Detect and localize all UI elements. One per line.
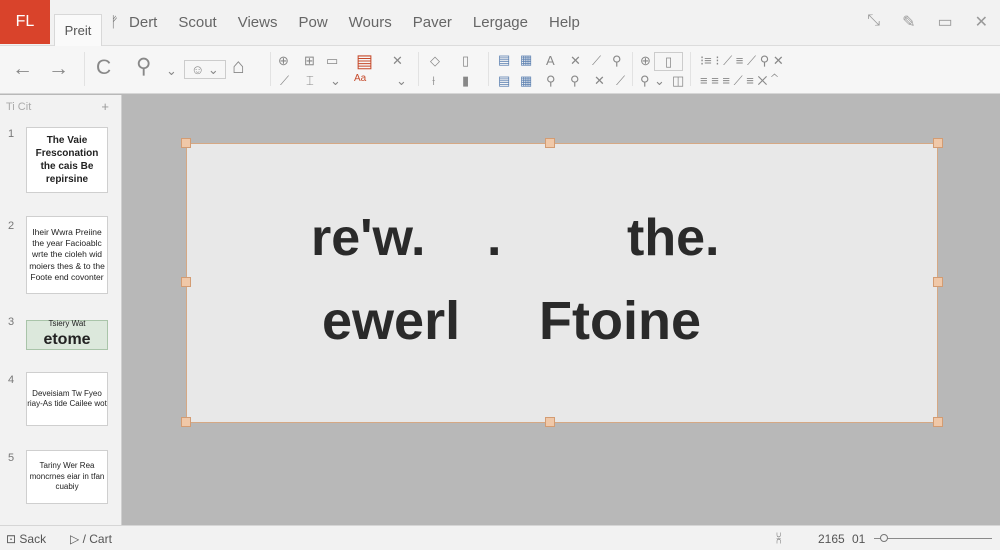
slide-thumbnail[interactable]: The Vaie Fresconation the cais Be repirs… (26, 127, 108, 193)
divider (488, 52, 489, 86)
format-icon[interactable]: ▭ (326, 54, 338, 67)
format-icon[interactable]: ✕ (570, 54, 581, 67)
undo-icon[interactable]: ← (12, 58, 33, 79)
format-icon[interactable]: ⌶ (306, 74, 314, 87)
slide-thumbnail[interactable]: Iheir Wwra Preiine the year Facioablc wr… (26, 216, 108, 294)
slide-number: 1 (8, 128, 15, 140)
format-icon[interactable]: ▯ (462, 54, 469, 67)
slide-number: 4 (8, 374, 15, 386)
format-icon[interactable]: ⟋ (280, 74, 289, 87)
format-icon[interactable]: ⟊ (432, 74, 435, 87)
dropdown-icon[interactable]: ⌄ (396, 74, 407, 87)
slide-text: re'w. (311, 209, 426, 267)
slide-canvas[interactable]: re'w. . the. ewerl Ftoine (186, 143, 938, 423)
format-icon[interactable]: ⊕ (278, 54, 289, 67)
panel-header: Ti Cit (6, 101, 32, 113)
home-icon[interactable]: ⌂ (232, 56, 245, 77)
style-dropdown[interactable]: ☺ ⌄ (184, 60, 226, 79)
format-icon[interactable]: ⊞ (304, 54, 315, 67)
resize-handle[interactable] (181, 417, 191, 427)
menu-item[interactable]: Wours (349, 14, 392, 31)
slide-thumbnail[interactable]: Tariny Wer Rea moncrnes eiar in tfan cua… (26, 450, 108, 504)
slide-thumbnail[interactable]: Tsiery Wat etome (26, 319, 108, 350)
format-icon[interactable]: ⌄ (654, 74, 665, 87)
tab-active[interactable]: Preit (54, 14, 102, 46)
zoom-slider[interactable] (874, 534, 992, 542)
slide-number: 2 (8, 220, 15, 232)
format-icon[interactable]: ✕ (594, 74, 605, 87)
divider (690, 52, 691, 86)
format-icon[interactable]: ⊕ (640, 54, 651, 67)
resize-handle[interactable] (545, 138, 555, 148)
divider (270, 52, 271, 86)
slide-text: the. (627, 209, 720, 267)
redo-icon[interactable]: → (48, 58, 69, 79)
font-color-icon[interactable]: Aa (354, 74, 366, 84)
format-icon[interactable]: A (546, 54, 555, 67)
align-icon[interactable]: ▤ (498, 74, 510, 87)
display-icon[interactable]: ▭ (937, 12, 952, 32)
divider (84, 52, 85, 86)
notes-icon[interactable]: ⩈ (776, 531, 781, 546)
divider (632, 52, 633, 86)
format-icon[interactable]: ⟋ (592, 54, 601, 67)
status-bar: ⊡ Sack ▷ / Cart ⩈ 2165 01 (0, 525, 1000, 550)
format-icon[interactable]: ◇ (430, 54, 440, 67)
menu-item[interactable]: Help (549, 14, 580, 31)
format-icon[interactable]: ⚲ (570, 74, 580, 87)
menu-bar: ᚠ Dert Scout Views Pow Wours Paver Lerga… (110, 14, 601, 31)
status-cart[interactable]: ▷ / Cart (70, 532, 112, 546)
slide-text: Ftoine (539, 291, 701, 351)
menu-item[interactable]: Views (238, 14, 278, 31)
format-icon[interactable]: ⚲ (546, 74, 556, 87)
paste-icon[interactable]: ▤ (356, 52, 373, 70)
menu-item[interactable]: Scout (178, 14, 216, 31)
divider (418, 52, 419, 86)
format-icon[interactable]: ⚲ (640, 74, 650, 87)
resize-handle[interactable] (181, 138, 191, 148)
page-indicator: 2165 (818, 532, 845, 546)
resize-icon[interactable]: ⤡ (867, 12, 880, 32)
close-icon[interactable]: ✕ (975, 12, 988, 32)
resize-handle[interactable] (545, 417, 555, 427)
menu-item[interactable]: Paver (413, 14, 452, 31)
dropdown-icon[interactable]: ⌄ (166, 64, 177, 77)
menu-item[interactable]: Pow (298, 14, 327, 31)
app-button[interactable]: FL (0, 0, 50, 44)
person-icon[interactable]: ⚲ (136, 56, 151, 77)
slide-text: . (487, 209, 502, 267)
menu-item[interactable]: Lergage (473, 14, 528, 31)
dropdown-icon[interactable]: ⌄ (330, 74, 341, 87)
pen-icon[interactable]: ✎ (902, 12, 915, 32)
tab-bar: FL Preit ᚠ Dert Scout Views Pow Wours Pa… (0, 0, 1000, 46)
slide-thumbnail[interactable]: Deveisiam Tw Fyeo riay-As tide Cailee wo… (26, 372, 108, 426)
slide-number: 3 (8, 316, 15, 328)
layout-icon[interactable]: ▦ (520, 74, 532, 87)
resize-handle[interactable] (181, 277, 191, 287)
add-slide-button[interactable]: + (101, 99, 109, 114)
resize-handle[interactable] (933, 277, 943, 287)
cut-icon[interactable]: ✕ (392, 54, 403, 67)
format-icon[interactable]: ⚲ (612, 54, 622, 67)
list-icon[interactable]: ⁝≡ ⁝ ⟋ ≡ ⟋ ⚲ ✕ (700, 54, 784, 67)
layout-icon[interactable]: ▦ (520, 53, 532, 66)
resize-handle[interactable] (933, 417, 943, 427)
ribbon-toolbar: ← → C ⚲ ⌄ ☺ ⌄ ⌂ ⊕ ⊞ ▭ ▤ ✕ ⟋ ⌶ ⌄ Aa ⌄ ◇ ▯… (0, 46, 1000, 94)
resize-handle[interactable] (933, 138, 943, 148)
zoom-slider-knob[interactable] (879, 534, 888, 542)
window-controls: ⤡ ✎ ▭ ✕ (867, 12, 988, 32)
size-field[interactable]: ▯ (654, 52, 684, 71)
list-icon[interactable]: ≡ ≡ ≡ ⟋ ≡ ✕ ⌃ (700, 74, 778, 87)
slide-text: ewerl (322, 291, 461, 351)
status-left[interactable]: ⊡ Sack (6, 532, 46, 546)
format-icon[interactable]: ⟋ (616, 74, 625, 87)
menu-item[interactable]: Dert (129, 14, 157, 31)
menu-glyph-icon: ᚠ (110, 14, 120, 31)
align-icon[interactable]: ▤ (498, 53, 510, 66)
format-icon[interactable]: ◫ (672, 74, 684, 87)
format-icon[interactable]: ▮ (462, 74, 469, 87)
zoom-label: 01 (852, 532, 866, 546)
slide-number: 5 (8, 452, 15, 464)
repeat-icon[interactable]: C (96, 57, 111, 78)
